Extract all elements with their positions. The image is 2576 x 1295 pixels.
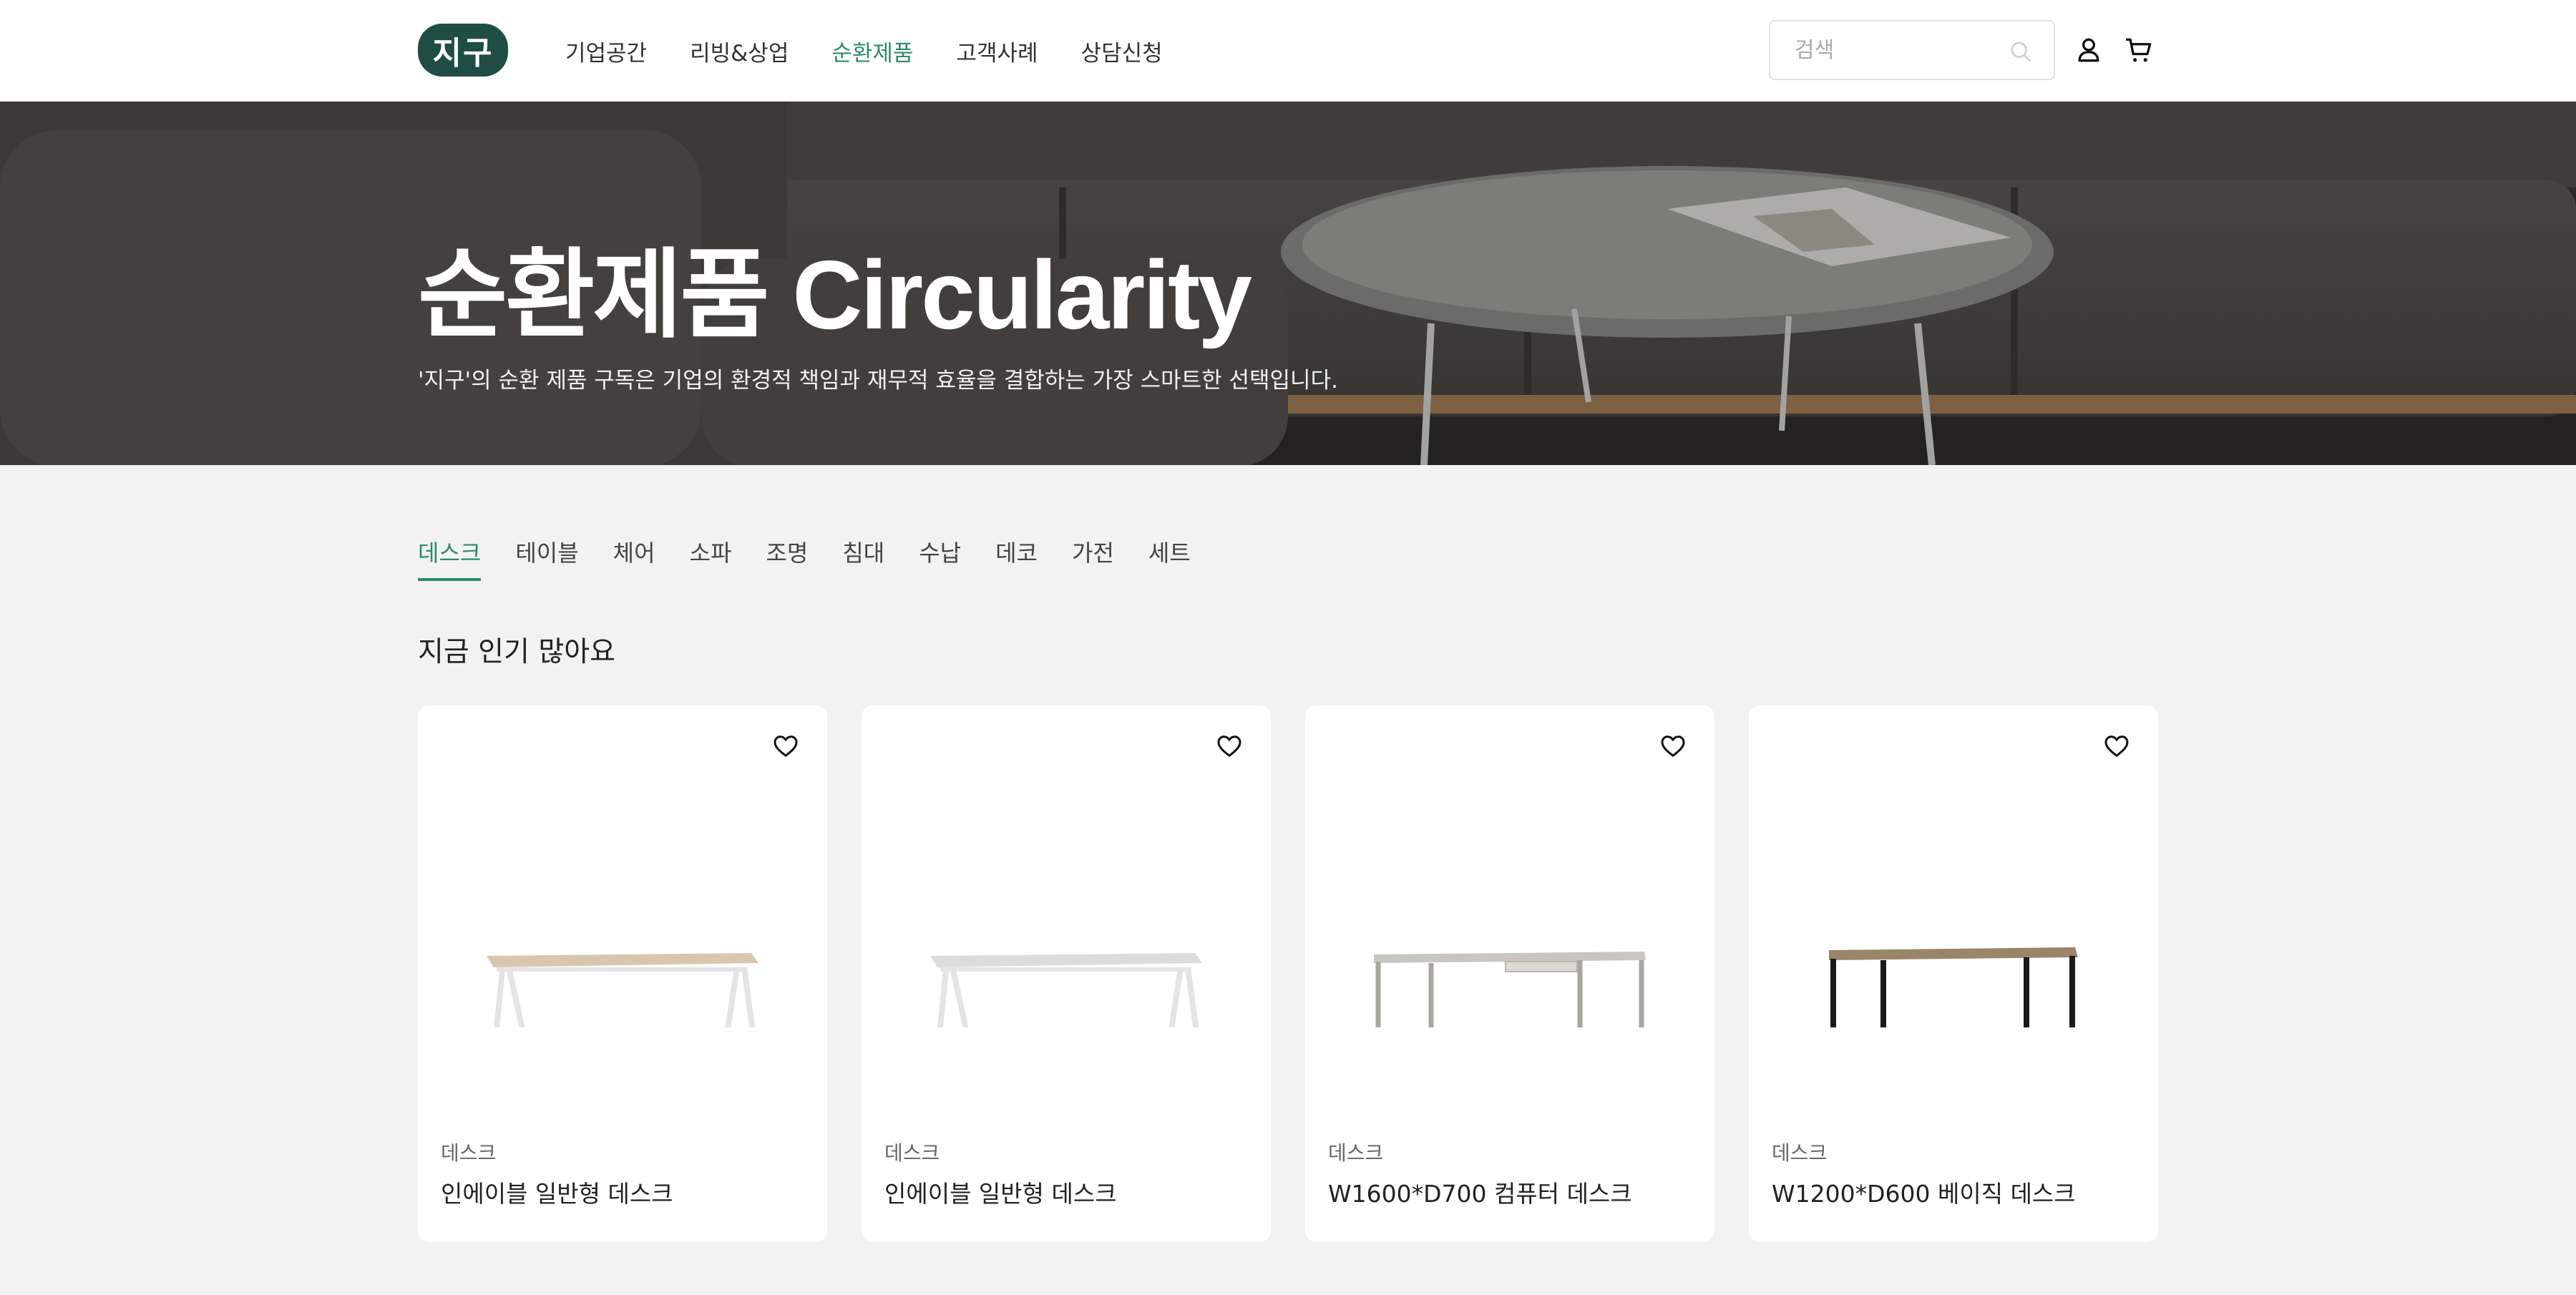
tab-chair[interactable]: 체어: [613, 535, 655, 581]
product-card[interactable]: 데스크 W1200*D600 베이직 데스크: [1749, 705, 2158, 1242]
nav-item-circular-products[interactable]: 순환제품: [831, 35, 913, 67]
page-subtitle: '지구'의 순환 제품 구독은 기업의 환경적 책임과 재무적 효율을 결합하는…: [418, 368, 1338, 394]
nav-item-enterprise[interactable]: 기업공간: [565, 35, 647, 67]
heart-icon[interactable]: [2102, 731, 2131, 760]
product-category: 데스크: [1328, 1141, 1384, 1165]
heart-icon[interactable]: [1659, 731, 1687, 760]
nav-item-consultation[interactable]: 상담신청: [1081, 35, 1163, 67]
desk-rail: [940, 967, 1191, 972]
search-icon[interactable]: [2008, 39, 2034, 64]
tab-table[interactable]: 테이블: [515, 535, 578, 581]
category-tabs: 데스크 테이블 체어 소파 조명 침대 수납 데코 가전 세트: [418, 535, 1225, 581]
desk-leg: [725, 967, 740, 1027]
desk-leg: [950, 969, 969, 1027]
desk-rail: [497, 967, 747, 972]
cart-icon[interactable]: [2124, 34, 2155, 66]
heart-icon[interactable]: [771, 731, 800, 760]
desk-top: [930, 953, 1202, 967]
desk-drawer: [1505, 961, 1578, 972]
logo[interactable]: 지구: [418, 24, 508, 77]
nav-item-customer-cases[interactable]: 고객사례: [956, 35, 1038, 67]
heart-icon[interactable]: [1215, 731, 1244, 760]
product-image: [930, 953, 1202, 1027]
product-card[interactable]: 데스크 인에이블 일반형 데스크: [862, 705, 1271, 1242]
desk-top: [487, 953, 758, 967]
product-name: 인에이블 일반형 데스크: [884, 1180, 1117, 1208]
tab-deco[interactable]: 데코: [995, 535, 1038, 581]
desk-leg: [493, 969, 505, 1027]
section-title: 지금 인기 많아요: [418, 636, 615, 668]
desk-leg: [1185, 967, 1199, 1027]
desk-leg: [937, 969, 949, 1027]
product-image: [1829, 947, 2078, 1027]
desk-leg: [741, 967, 756, 1027]
nav-item-living-commercial[interactable]: 리빙&상업: [690, 35, 789, 67]
product-category: 데스크: [1772, 1141, 1828, 1165]
main-nav: 기업공간 리빙&상업 순환제품 고객사례 상담신청: [565, 0, 1206, 102]
tab-sofa[interactable]: 소파: [690, 535, 732, 581]
desk-top: [1829, 947, 2078, 960]
desk-leg: [507, 969, 525, 1027]
tab-desk[interactable]: 데스크: [418, 535, 482, 581]
product-category: 데스크: [441, 1141, 497, 1165]
hero-background-image: [0, 102, 2576, 465]
desk-leg: [1169, 967, 1184, 1027]
tab-set[interactable]: 세트: [1148, 535, 1191, 581]
product-image: [487, 953, 758, 1027]
tab-lighting[interactable]: 조명: [766, 535, 808, 581]
header: 지구 기업공간 리빙&상업 순환제품 고객사례 상담신청: [0, 0, 2576, 102]
product-name: W1200*D600 베이직 데스크: [1772, 1180, 2076, 1208]
page-title: 순환제품 Circularity: [418, 240, 1252, 349]
product-grid: 데스크 인에이블 일반형 데스크 데스크 인에이블 일반형 데스크 데스크 W1…: [418, 705, 2158, 1242]
search-box: [1769, 20, 2055, 80]
product-image: [1374, 952, 1646, 1027]
user-icon[interactable]: [2073, 34, 2104, 66]
product-category: 데스크: [884, 1141, 940, 1165]
search-input[interactable]: [1795, 37, 2002, 63]
product-name: 인에이블 일반형 데스크: [441, 1180, 673, 1208]
product-card[interactable]: 데스크 W1600*D700 컴퓨터 데스크: [1305, 705, 1714, 1242]
hero-banner: 순환제품 Circularity '지구'의 순환 제품 구독은 기업의 환경적…: [0, 102, 2576, 465]
tab-appliance[interactable]: 가전: [1072, 535, 1114, 581]
tab-bed[interactable]: 침대: [842, 535, 884, 581]
product-name: W1600*D700 컴퓨터 데스크: [1328, 1180, 1632, 1208]
tab-storage[interactable]: 수납: [919, 535, 961, 581]
product-card[interactable]: 데스크 인에이블 일반형 데스크: [418, 705, 827, 1242]
